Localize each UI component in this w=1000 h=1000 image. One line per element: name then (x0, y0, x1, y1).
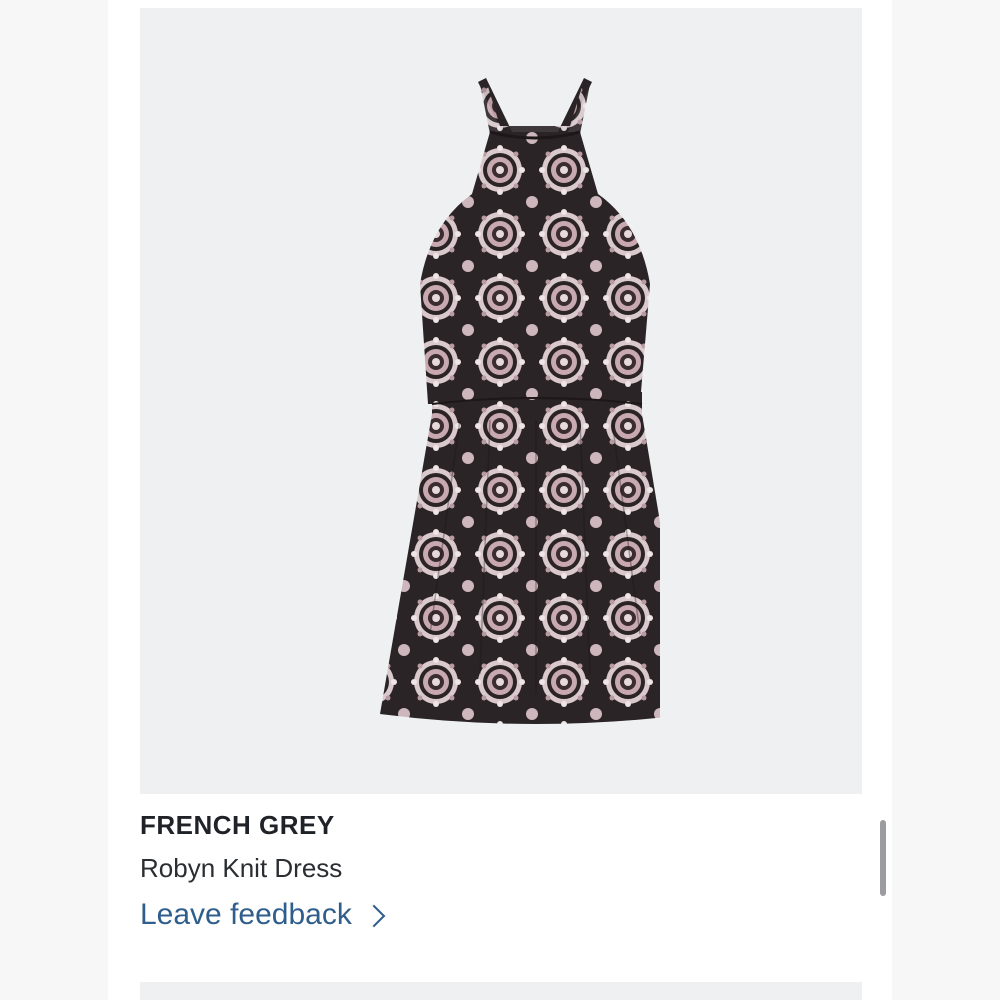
brand-name: FRENCH GREY (140, 810, 335, 840)
scrollbar-thumb[interactable] (880, 820, 886, 896)
dress-icon (380, 78, 660, 724)
product-card: FRENCH GREY Robyn Knit Dress Leave feedb… (108, 0, 892, 1000)
product-image[interactable] (140, 8, 862, 794)
right-gutter (892, 0, 1000, 1000)
chevron-right-icon (362, 904, 386, 928)
next-product-image[interactable] (140, 982, 862, 1000)
page: FRENCH GREY Robyn Knit Dress Leave feedb… (0, 0, 1000, 1000)
left-gutter (0, 0, 108, 1000)
leave-feedback-label: Leave feedback (140, 898, 352, 931)
leave-feedback-link[interactable]: Leave feedback (140, 898, 386, 932)
product-name: Robyn Knit Dress (140, 853, 343, 883)
